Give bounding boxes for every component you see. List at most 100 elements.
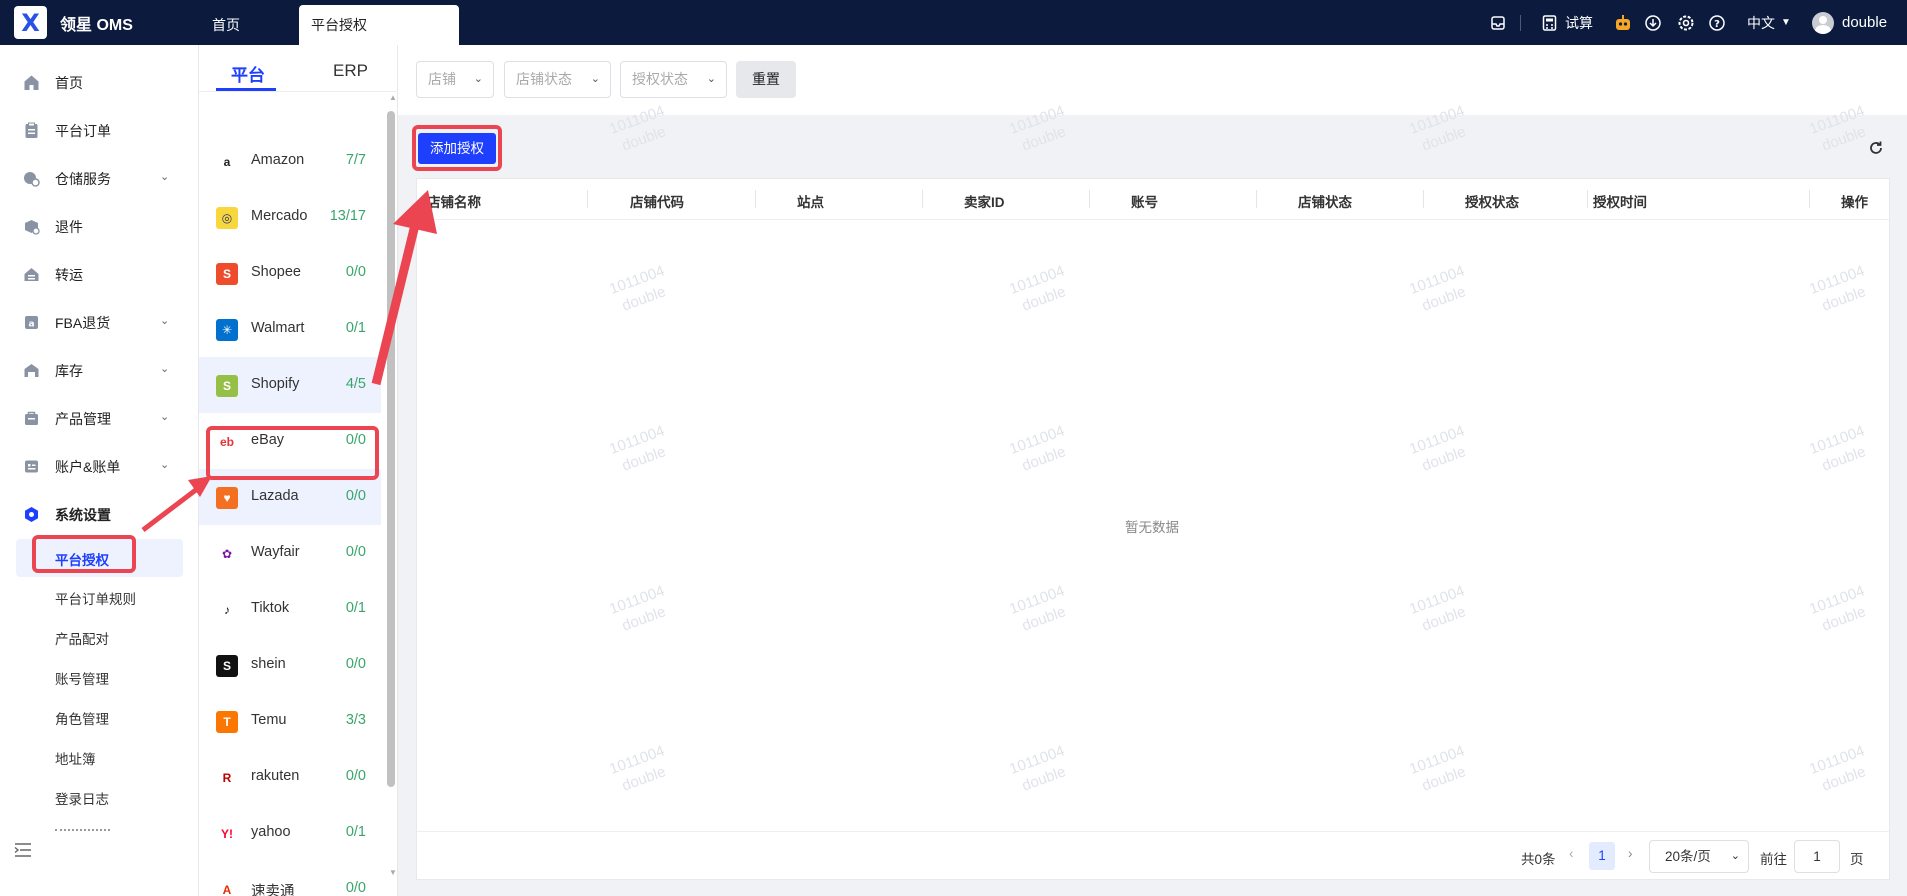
platform-item-tiktok[interactable]: ♪ Tiktok 0/1 <box>199 581 381 637</box>
wayfair-icon: ✿ <box>221 547 233 561</box>
platform-count: 0/1 <box>345 824 366 840</box>
platform-item-shopify[interactable]: S Shopify 4/5 <box>199 357 381 413</box>
platform-count: 0/1 <box>345 320 366 336</box>
walmart-icon: ✳ <box>216 319 238 341</box>
sidebar-item-label: 账户&账单 <box>55 459 121 475</box>
app-logo[interactable]: X <box>14 6 47 39</box>
sidebar-item-warehouse[interactable]: 仓储服务 ⌄ <box>0 154 199 202</box>
platform-count: 0/0 <box>345 656 366 672</box>
sidebar-subitem-account-mgmt[interactable]: 账号管理 <box>55 668 109 688</box>
platform-count: 0/0 <box>345 880 366 896</box>
goto-page-input[interactable]: 1 <box>1794 840 1840 873</box>
reset-button[interactable]: 重置 <box>736 61 796 98</box>
platform-count: 7/7 <box>345 152 366 168</box>
aliexpress-icon: A <box>222 883 232 896</box>
inbox-icon[interactable] <box>1490 0 1506 45</box>
sidebar-subitem-role-mgmt[interactable]: 角色管理 <box>55 708 109 728</box>
help-icon[interactable]: ? <box>1709 0 1725 45</box>
empty-state-text: 暂无数据 <box>1125 520 1179 535</box>
highlight-box <box>32 535 136 573</box>
sidebar-item-returns[interactable]: 退件 <box>0 202 199 250</box>
platform-list-scrollbar[interactable]: ▲ ▼ <box>386 93 397 877</box>
store-select-placeholder: 店铺 <box>428 71 456 87</box>
tab-platform[interactable]: 平台 <box>231 61 265 86</box>
sidebar-item-transfer[interactable]: 转运 <box>0 250 199 298</box>
platform-item-shein[interactable]: Sshein 0/0 <box>199 637 381 693</box>
prev-page-icon[interactable]: ‹ <box>1569 846 1574 861</box>
platform-name: Temu <box>251 712 287 728</box>
sidebar-item-accounts[interactable]: 账户&账单 ⌄ <box>0 442 199 490</box>
home-icon <box>24 75 39 90</box>
page-size-select[interactable]: 20条/页 ⌄ <box>1649 840 1749 873</box>
chevron-down-icon: ⌄ <box>160 459 170 471</box>
tab-erp[interactable]: ERP <box>333 61 368 81</box>
sidebar-item-home[interactable]: 首页 <box>0 58 199 106</box>
pagination: 共0条 ‹ 1 › 20条/页 ⌄ 前往 1 页 <box>417 831 1891 881</box>
gear-icon[interactable] <box>1678 0 1694 45</box>
chevron-down-icon: ⌄ <box>473 73 483 85</box>
trial-calc-button[interactable]: 试算 <box>1542 0 1593 45</box>
collapse-menu-icon[interactable] <box>14 842 32 858</box>
platform-name: rakuten <box>251 768 300 784</box>
platform-name: 速卖通 <box>251 884 295 896</box>
platform-name: Lazada <box>251 488 299 504</box>
sidebar-item-label: 平台订单 <box>55 123 111 139</box>
sidebar: 首页 平台订单 仓储服务 ⌄ 退件 转运 a FBA退货 ⌄ 库存 ⌄ 产品管理… <box>0 45 199 896</box>
platform-item-mercado[interactable]: ◎ Mercado 13/17 <box>199 189 381 245</box>
shopee-icon: S <box>216 263 238 285</box>
sidebar-item-label: 退件 <box>55 219 83 235</box>
sidebar-item-inventory[interactable]: 库存 ⌄ <box>0 346 199 394</box>
platform-item-rakuten[interactable]: Rrakuten 0/0 <box>199 749 381 805</box>
username: double <box>1842 14 1888 31</box>
return-box-icon <box>25 220 40 235</box>
auth-status-placeholder: 授权状态 <box>632 71 688 87</box>
platform-item-yahoo[interactable]: Y! yahoo 0/1 <box>199 805 381 861</box>
platform-item-shopee[interactable]: S Shopee 0/0 <box>199 245 381 301</box>
platform-name: Shopify <box>251 376 300 392</box>
sidebar-subitem-product-pairing[interactable]: 产品配对 <box>55 628 109 648</box>
sidebar-item-products[interactable]: 产品管理 ⌄ <box>0 394 199 442</box>
col-header: 卖家ID <box>964 195 1005 210</box>
sidebar-item-fba-returns[interactable]: a FBA退货 ⌄ <box>0 298 199 346</box>
platform-panel: 平台 ERP a Amazon 7/7 ◎ Mercado 13/17 S Shopee 0/0… <box>199 45 398 896</box>
auth-status-select[interactable]: 授权状态 ⌄ <box>620 61 727 98</box>
tab-platform-auth[interactable]: 平台授权 <box>299 5 459 45</box>
store-status-select[interactable]: 店铺状态 ⌄ <box>504 61 611 98</box>
sidebar-item-system-settings[interactable]: 系统设置 <box>0 490 199 538</box>
tab-home[interactable]: 首页 <box>200 5 252 45</box>
chevron-down-icon: ⌄ <box>160 411 170 423</box>
avatar <box>1812 11 1834 34</box>
account-icon <box>25 460 38 473</box>
highlight-box <box>412 125 502 171</box>
language-label: 中文 <box>1747 14 1775 31</box>
platform-item-wayfair[interactable]: ✿ Wayfair 0/0 <box>199 525 381 581</box>
language-select[interactable]: 中文 ▼ <box>1747 0 1791 45</box>
highlight-box <box>206 426 379 480</box>
refresh-icon[interactable] <box>1868 140 1884 156</box>
chevron-down-icon: ⌄ <box>160 315 170 327</box>
download-icon[interactable] <box>1645 0 1661 45</box>
sidebar-subitem-address-book[interactable]: 地址簿 <box>55 748 96 768</box>
sidebar-subitem-order-rules[interactable]: 平台订单规则 <box>55 588 136 608</box>
sidebar-subitem-login-log[interactable]: 登录日志 <box>55 788 109 808</box>
shein-icon: S <box>216 655 238 677</box>
transfer-icon <box>24 268 39 281</box>
platform-count: 0/1 <box>345 600 366 616</box>
rakuten-icon: R <box>222 771 232 785</box>
platform-count: 13/17 <box>329 208 366 224</box>
chevron-down-icon: ⌄ <box>160 171 170 183</box>
page-number-current[interactable]: 1 <box>1589 842 1615 870</box>
platform-item-temu[interactable]: T Temu 3/3 <box>199 693 381 749</box>
platform-item-amazon[interactable]: a Amazon 7/7 <box>199 133 381 189</box>
platform-name: Shopee <box>251 264 301 280</box>
top-nav-bar: X 领星 OMS 首页 平台授权 试算 ? 中文 ▼ double <box>0 0 1907 45</box>
robot-icon[interactable] <box>1614 0 1632 45</box>
next-page-icon[interactable]: › <box>1628 846 1633 861</box>
filter-bar: 店铺 ⌄ 店铺状态 ⌄ 授权状态 ⌄ 重置 <box>398 45 1907 115</box>
auth-table: 店铺名称 店铺代码 站点 卖家ID 账号 店铺状态 授权状态 授权时间 操作 暂… <box>416 178 1891 881</box>
store-select[interactable]: 店铺 ⌄ <box>416 61 494 98</box>
platform-item-速卖通[interactable]: A 速卖通 0/0 <box>199 861 381 896</box>
platform-item-walmart[interactable]: ✳ Walmart 0/1 <box>199 301 381 357</box>
user-menu[interactable]: double <box>1812 0 1887 45</box>
sidebar-item-platform-orders[interactable]: 平台订单 <box>0 106 199 154</box>
